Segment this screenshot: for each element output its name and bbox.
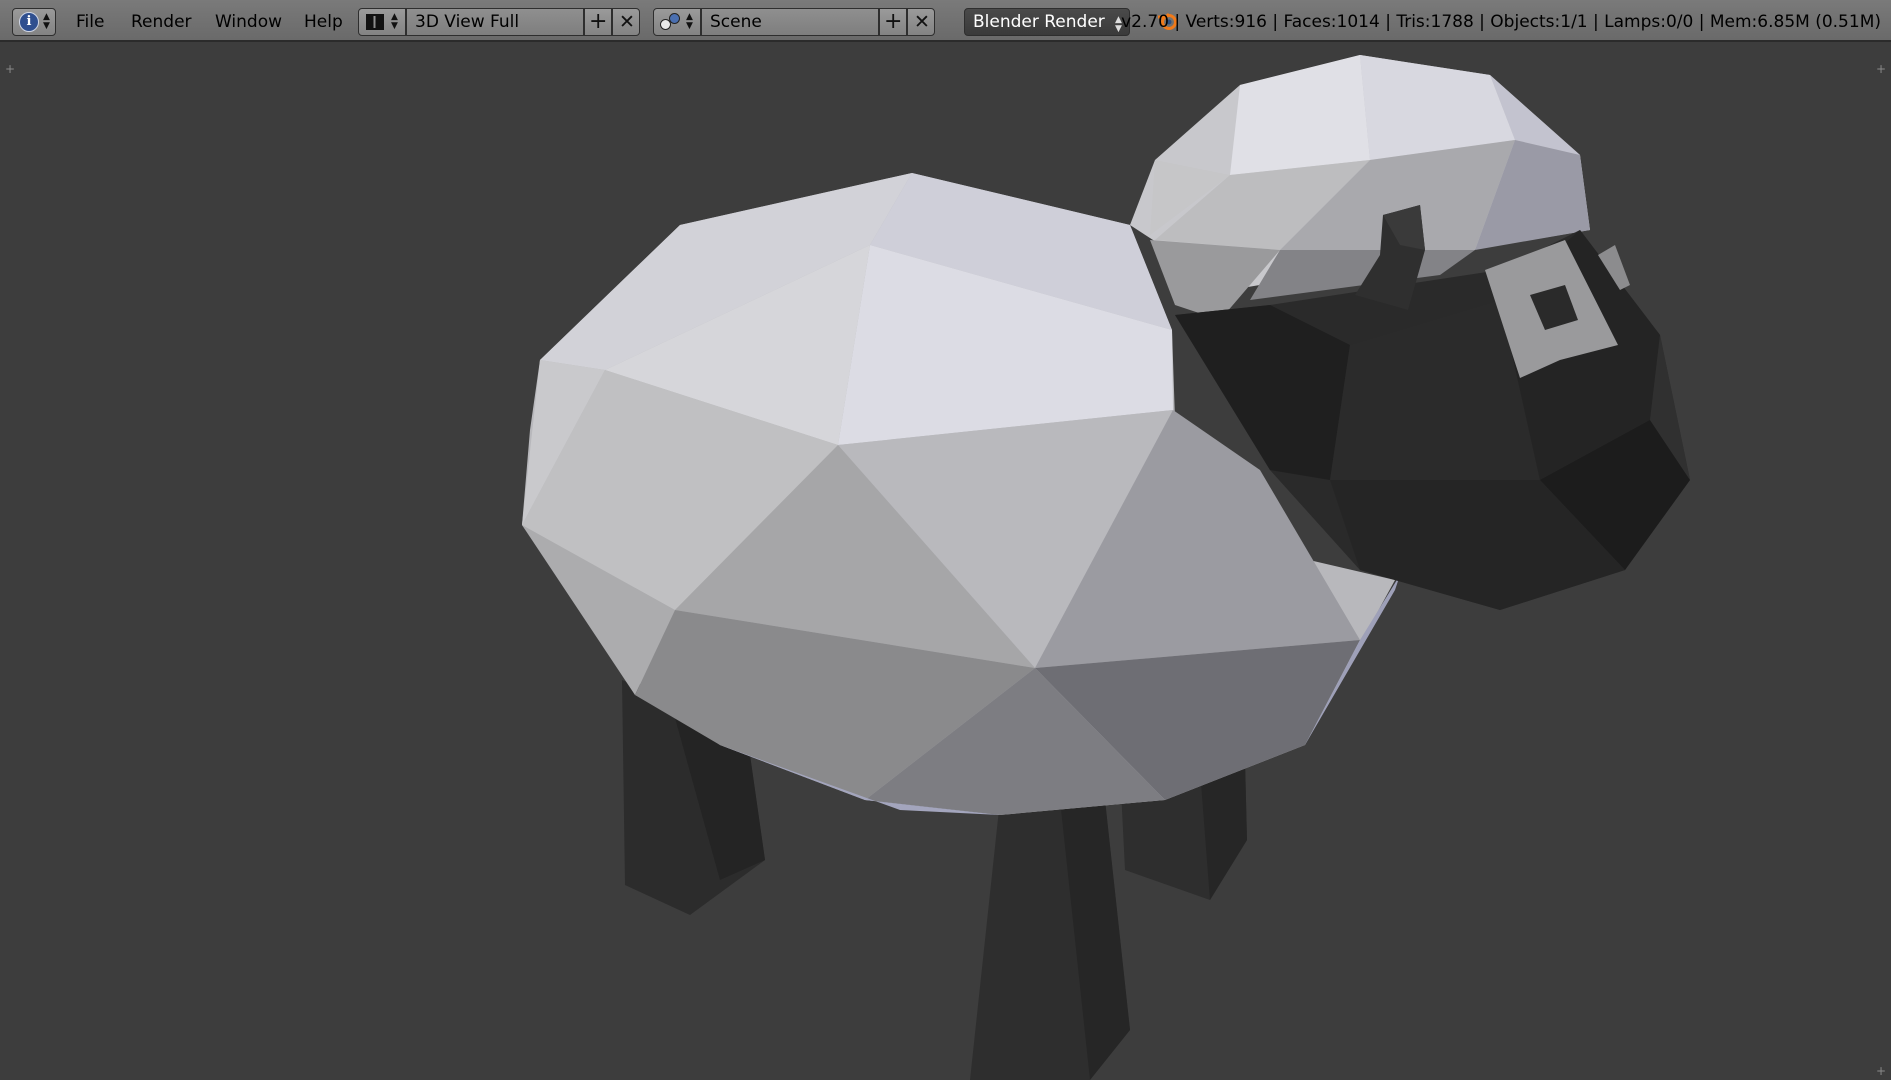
top-header-bar: i ▲ ▼ File Render Window Help ▲ ▼ 3D View … bbox=[0, 0, 1891, 42]
menu-file[interactable]: File bbox=[76, 0, 104, 42]
menu-window[interactable]: Window bbox=[215, 0, 282, 42]
scene-selector[interactable]: ▲ ▼ bbox=[653, 8, 701, 36]
scene-icon bbox=[660, 13, 680, 31]
screen-layout-field[interactable]: 3D View Full bbox=[406, 8, 584, 36]
scene-field[interactable]: Scene bbox=[701, 8, 879, 36]
close-icon: ✕ bbox=[619, 11, 635, 33]
chevron-updown-icon: ▲ ▼ bbox=[686, 12, 693, 31]
plus-icon: + bbox=[589, 9, 608, 34]
render-engine-dropdown[interactable]: Blender Render ▲ ▼ bbox=[964, 8, 1130, 36]
3d-viewport[interactable]: + + + bbox=[0, 42, 1891, 1080]
screen-layout-selector[interactable]: ▲ ▼ bbox=[358, 8, 406, 36]
editor-type-button[interactable]: i ▲ ▼ bbox=[12, 8, 56, 36]
delete-screen-button[interactable]: ✕ bbox=[612, 8, 640, 36]
info-icon: i bbox=[19, 12, 39, 32]
add-scene-button[interactable]: + bbox=[879, 8, 907, 36]
screen-layout-icon bbox=[366, 14, 384, 30]
chevron-updown-icon: ▲ ▼ bbox=[43, 12, 50, 31]
delete-scene-button[interactable]: ✕ bbox=[907, 8, 935, 36]
menu-render[interactable]: Render bbox=[131, 0, 192, 42]
menu-help[interactable]: Help bbox=[304, 0, 343, 42]
close-icon: ✕ bbox=[914, 11, 930, 33]
chevron-updown-icon: ▲ ▼ bbox=[391, 12, 398, 31]
sheep-model[interactable] bbox=[0, 42, 1891, 1080]
plus-icon: + bbox=[884, 9, 903, 34]
render-engine-label: Blender Render bbox=[973, 12, 1105, 32]
scene-statistics: v2.70 | Verts:916 | Faces:1014 | Tris:17… bbox=[1121, 12, 1881, 32]
add-screen-button[interactable]: + bbox=[584, 8, 612, 36]
